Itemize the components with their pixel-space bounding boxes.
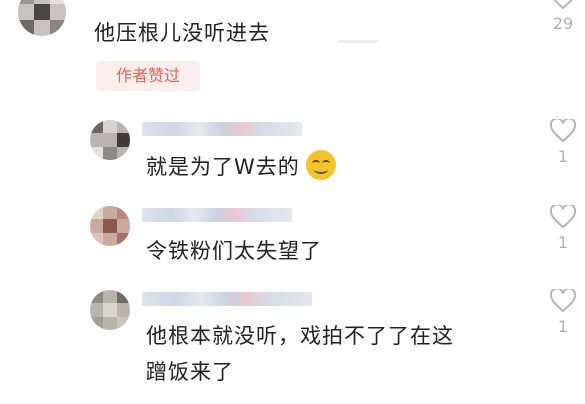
comment-text-line1: 他根本就没听，戏拍不了了在这 — [146, 324, 454, 348]
author-liked-badge: 作者赞过 — [96, 61, 200, 91]
heart-icon — [553, 0, 573, 10]
like-count: 1 — [557, 233, 569, 252]
like-count: 29 — [552, 14, 574, 33]
comment-text-content: 就是为了W去的 — [146, 155, 300, 179]
blur-artifact — [338, 40, 378, 43]
like-button[interactable]: 1 — [543, 119, 583, 167]
avatar[interactable] — [90, 120, 130, 160]
like-button[interactable]: 1 — [543, 289, 583, 337]
heart-icon — [550, 119, 576, 143]
like-count: 1 — [557, 317, 569, 336]
smiling-face-with-sunglasses-icon — [305, 150, 336, 180]
like-button[interactable]: 29 — [543, 0, 583, 34]
avatar[interactable] — [18, 0, 66, 36]
username[interactable] — [142, 208, 292, 222]
like-button[interactable]: 1 — [543, 205, 583, 253]
comment-text: 他压根儿没听进去 — [94, 21, 270, 45]
username[interactable] — [142, 122, 302, 136]
heart-icon — [550, 205, 576, 229]
comment-text: 令铁粉们太失望了 — [146, 239, 322, 263]
avatar[interactable] — [90, 290, 130, 330]
comment-text: 就是为了W去的 — [146, 150, 336, 183]
username[interactable] — [142, 292, 312, 306]
heart-icon — [550, 289, 576, 313]
like-count: 1 — [557, 147, 569, 166]
avatar[interactable] — [90, 206, 130, 246]
comment-text-line2: 蹭饭来了 — [146, 360, 234, 384]
